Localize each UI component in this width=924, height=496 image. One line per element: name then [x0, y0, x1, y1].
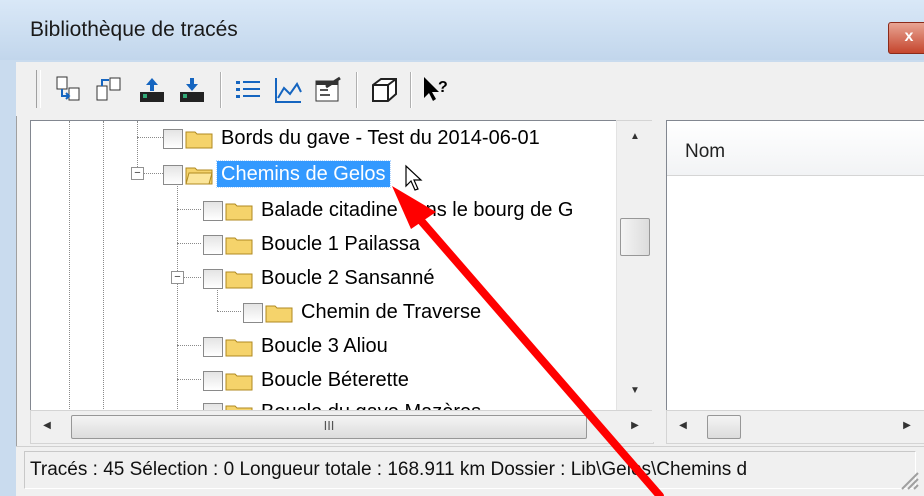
tree-vertical-scrollbar[interactable]: ▲ ▼	[616, 120, 654, 412]
collapse-toggle[interactable]: −	[131, 167, 144, 180]
download-button[interactable]	[176, 74, 208, 106]
tree-item-checkbox[interactable]	[163, 165, 183, 185]
tree-item-label: Chemins de Gelos	[216, 160, 391, 188]
tree-line	[177, 243, 201, 244]
tree-item-label: Boucle Béterette	[261, 369, 409, 391]
tree-line	[103, 121, 104, 411]
properties-icon	[315, 76, 341, 102]
3d-view-icon	[372, 78, 397, 102]
trace-tree[interactable]: − − Bords du gave - Test du 2014-06-01 C…	[30, 120, 618, 412]
trace-list[interactable]: Nom	[666, 120, 924, 412]
list-column-header[interactable]: Nom	[667, 121, 924, 176]
export-trace-button[interactable]	[94, 74, 126, 106]
import-trace-icon	[56, 76, 80, 101]
scroll-right-icon[interactable]: ▶	[895, 420, 919, 431]
horizontal-scroll-thumb[interactable]	[707, 415, 741, 439]
scroll-left-icon[interactable]: ◀	[35, 420, 59, 431]
tree-item-checkbox[interactable]	[243, 303, 263, 323]
collapse-toggle[interactable]: −	[171, 271, 184, 284]
folder-icon	[225, 339, 253, 357]
tree-line	[143, 173, 165, 174]
tree-line	[177, 209, 201, 210]
svg-text:?: ?	[438, 79, 448, 96]
tree-item-checkbox[interactable]	[203, 337, 223, 357]
tree-line	[69, 121, 70, 411]
tree-line	[137, 137, 165, 138]
status-text: Tracés : 45 Sélection : 0 Longueur total…	[30, 459, 748, 480]
toolbar: ?	[16, 62, 924, 116]
scroll-up-icon[interactable]: ▲	[617, 131, 653, 142]
trace-library-window: Bibliothèque de tracés x ? − − Bords du …	[0, 0, 924, 496]
folder-icon	[225, 203, 253, 221]
toolbar-grip[interactable]	[36, 70, 41, 108]
folder-icon	[225, 373, 253, 391]
tree-item-checkbox[interactable]	[203, 201, 223, 221]
tree-item-label: Boucle 2 Sansanné	[261, 267, 435, 289]
scroll-right-icon[interactable]: ▶	[623, 420, 647, 431]
tree-horizontal-scrollbar[interactable]: ◀ III ▶	[30, 410, 654, 444]
tree-item-checkbox[interactable]	[203, 371, 223, 391]
tree-line	[177, 183, 178, 411]
scroll-down-icon[interactable]: ▼	[617, 385, 653, 396]
tree-item-label: Boucle 1 Pailassa	[261, 233, 420, 255]
properties-button[interactable]	[312, 74, 344, 106]
3d-view-button[interactable]	[368, 74, 400, 106]
toolbar-separator	[220, 72, 222, 108]
export-trace-icon	[96, 77, 121, 101]
import-trace-button[interactable]	[54, 74, 86, 106]
tree-line	[183, 277, 201, 278]
upload-button[interactable]	[136, 74, 168, 106]
pane-splitter[interactable]	[652, 120, 666, 442]
tree-item-checkbox[interactable]	[163, 129, 183, 149]
help-icon: ?	[424, 77, 448, 101]
folder-icon	[265, 305, 293, 323]
resize-grip-icon[interactable]	[896, 467, 920, 491]
tree-line	[217, 311, 241, 312]
open-folder-icon	[185, 167, 213, 185]
tree-item-checkbox[interactable]	[203, 269, 223, 289]
list-horizontal-scrollbar[interactable]: ◀ ▶	[666, 410, 924, 444]
help-button[interactable]: ?	[420, 74, 452, 106]
toolbar-separator	[356, 72, 358, 108]
list-view-button[interactable]	[232, 74, 264, 106]
toolbar-separator	[410, 72, 412, 108]
scroll-left-icon[interactable]: ◀	[671, 420, 695, 431]
column-header-name: Nom	[685, 141, 726, 162]
folder-icon	[225, 237, 253, 255]
list-view-icon	[236, 81, 260, 98]
tree-item-label: Bords du gave - Test du 2014-06-01	[221, 127, 540, 149]
vertical-scroll-thumb[interactable]	[620, 218, 650, 256]
window-title: Bibliothèque de tracés	[30, 18, 238, 41]
status-bar: Tracés : 45 Sélection : 0 Longueur total…	[16, 446, 924, 496]
close-button[interactable]: x	[888, 22, 924, 54]
folder-icon	[225, 271, 253, 289]
tree-item-label: Boucle 3 Aliou	[261, 335, 388, 357]
horizontal-scroll-thumb[interactable]: III	[71, 415, 587, 439]
profile-chart-icon	[275, 78, 302, 103]
tree-item-checkbox[interactable]	[203, 235, 223, 255]
tree-line	[137, 121, 138, 173]
tree-item-label: Chemin de Traverse	[301, 301, 482, 323]
download-icon	[180, 78, 204, 102]
tree-item-label: Balade citadine dans le bourg de G	[261, 199, 574, 221]
tree-line	[217, 287, 218, 311]
profile-chart-button[interactable]	[272, 74, 304, 106]
tree-line	[177, 379, 201, 380]
upload-icon	[140, 78, 164, 102]
tree-line	[177, 345, 201, 346]
folder-icon	[185, 131, 213, 149]
title-bar[interactable]: Bibliothèque de tracés x	[0, 0, 924, 60]
mouse-cursor-icon	[405, 164, 423, 191]
